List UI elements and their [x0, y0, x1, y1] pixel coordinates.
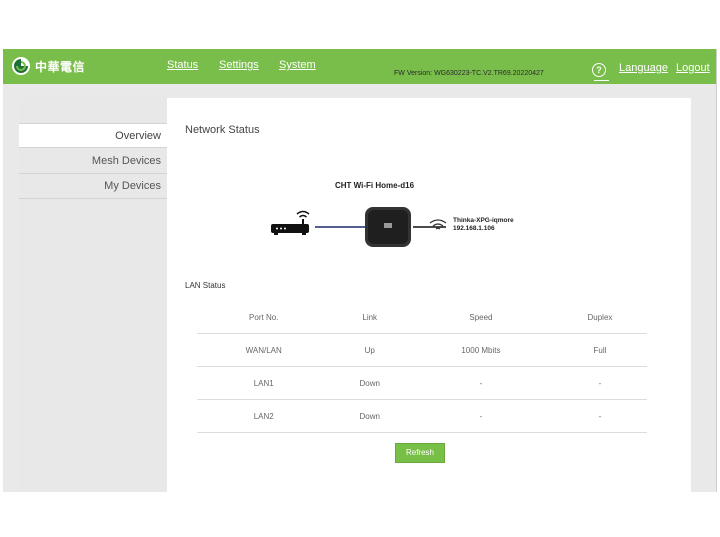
- col-port-no: Port No.: [197, 301, 331, 334]
- firmware-version: FW Version: WG630223-TC.V2.TR69.20220427: [394, 70, 544, 77]
- cell-link: Down: [330, 366, 409, 400]
- client-ip: 192.168.1.106: [453, 225, 495, 232]
- col-link: Link: [330, 301, 409, 334]
- table-row: WAN/LAN Up 1000 Mbits Full: [197, 333, 647, 367]
- cell-speed: 1000 Mbits: [408, 333, 553, 367]
- logout-link[interactable]: Logout: [676, 62, 710, 74]
- cht-logo-icon: [12, 57, 30, 75]
- cell-port: LAN2: [197, 399, 331, 433]
- network-topology: [271, 207, 446, 247]
- sidebar: Overview Mesh Devices My Devices: [19, 98, 167, 492]
- col-duplex: Duplex: [552, 301, 647, 334]
- sidebar-item-overview[interactable]: Overview: [19, 123, 167, 148]
- table-row: LAN1 Down - -: [197, 366, 647, 400]
- content-area: Network Status CHT Wi-Fi Home-d16 1 Thin…: [167, 98, 691, 492]
- table-header-row: Port No. Link Speed Duplex: [197, 301, 647, 334]
- refresh-button[interactable]: Refresh: [395, 443, 445, 463]
- cell-duplex: -: [552, 399, 647, 433]
- mesh-device-icon[interactable]: [365, 207, 411, 247]
- top-nav-bar: 中華電信 Status Settings System FW Version: …: [3, 49, 716, 84]
- cell-duplex: Full: [552, 333, 647, 367]
- nav-settings[interactable]: Settings: [219, 59, 259, 71]
- cell-speed: -: [408, 366, 553, 400]
- router-icon: [271, 210, 310, 235]
- brand-logo: 中華電信: [11, 56, 85, 76]
- language-link[interactable]: Language: [619, 62, 668, 74]
- nav-status[interactable]: Status: [167, 59, 198, 71]
- mesh-device-name: CHT Wi-Fi Home-d16: [335, 181, 415, 190]
- cell-link: Down: [330, 399, 409, 433]
- cell-port: WAN/LAN: [197, 333, 331, 367]
- client-name: Thinka-XPG-iqmore: [453, 217, 514, 224]
- cell-port: LAN1: [197, 366, 331, 400]
- lan-status-title: LAN Status: [185, 281, 226, 290]
- cell-duplex: -: [552, 366, 647, 400]
- cell-speed: -: [408, 399, 553, 433]
- brand-name: 中華電信: [35, 59, 86, 74]
- cell-link: Up: [330, 333, 409, 367]
- client-info[interactable]: Thinka-XPG-iqmore 192.168.1.106: [453, 217, 514, 233]
- sidebar-item-mesh-devices[interactable]: Mesh Devices: [19, 149, 167, 174]
- page-title: Network Status: [185, 124, 260, 136]
- port-number: 1: [403, 219, 407, 226]
- wifi-icon: [429, 219, 447, 230]
- help-icon[interactable]: ?: [592, 63, 606, 77]
- sidebar-item-my-devices[interactable]: My Devices: [19, 174, 167, 199]
- nav-system[interactable]: System: [279, 59, 316, 71]
- col-speed: Speed: [408, 301, 553, 334]
- table-row: LAN2 Down - -: [197, 399, 647, 433]
- help-underline: [594, 80, 609, 81]
- main-panel: Overview Mesh Devices My Devices Network…: [19, 98, 691, 492]
- lan-status-table: Port No. Link Speed Duplex WAN/LAN Up 10…: [197, 301, 647, 433]
